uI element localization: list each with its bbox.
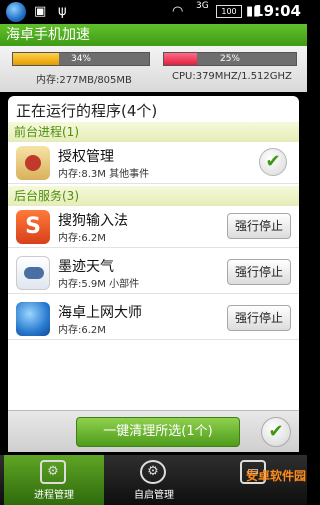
cpu-bar: 25% <box>163 52 297 66</box>
gear-icon: ⚙ <box>140 460 166 484</box>
running-apps-card: 正在运行的程序(4个) 前台进程(1) 授权管理 内存:8.3M 其他事件 ✔ … <box>8 96 299 452</box>
tab-autostart-manager[interactable]: ⚙ 自启管理 <box>104 455 204 505</box>
bottom-tab-bar: ⚙ 进程管理 ⚙ 自启管理 ▭ 安卓软件园 <box>0 455 307 505</box>
sogou-icon: S <box>16 210 50 244</box>
force-stop-button[interactable]: 强行停止 <box>227 259 291 285</box>
watermark: 安卓软件园 <box>245 469 306 483</box>
stats-panel: 34% 内存:277MB/805MB 25% CPU:379MHZ/1.512G… <box>0 46 307 92</box>
cpu-percent: 25% <box>219 54 240 64</box>
cpu-text: CPU:379MHZ/1.512GHZ <box>172 71 292 82</box>
tab-label: 自启管理 <box>134 490 174 501</box>
running-apps-title: 正在运行的程序(4个) <box>16 102 158 120</box>
moji-weather-icon <box>16 256 50 290</box>
tab-process-manager[interactable]: ⚙ 进程管理 <box>4 455 104 505</box>
app-title: 海卓手机加速 <box>0 24 307 46</box>
haizhuo-browser-icon <box>16 302 50 336</box>
app-name: 海卓上网大师 <box>58 305 142 321</box>
memory-text: 内存:277MB/805MB <box>36 75 132 86</box>
memory-percent: 34% <box>70 54 91 64</box>
app-name: 搜狗输入法 <box>58 213 128 229</box>
app-name: 授权管理 <box>58 149 114 165</box>
clean-selected-button[interactable]: 一键清理所选(1个) <box>76 417 240 447</box>
network-3g-icon: 3G <box>196 1 209 11</box>
list-item[interactable]: 授权管理 内存:8.3M 其他事件 ✔ <box>8 142 299 184</box>
app-info: 内存:5.9M 小部件 <box>58 279 140 290</box>
app-name: 墨迹天气 <box>58 259 114 275</box>
android-icon: ▣ <box>34 4 47 19</box>
list-item[interactable]: 墨迹天气 内存:5.9M 小部件 强行停止 <box>8 252 299 294</box>
auth-icon <box>16 146 50 180</box>
app-info: 内存:8.3M 其他事件 <box>58 169 150 180</box>
wifi-icon: ◠ <box>172 4 184 19</box>
force-stop-button[interactable]: 强行停止 <box>227 213 291 239</box>
app-info: 内存:6.2M <box>58 233 106 244</box>
list-item[interactable]: S 搜狗输入法 内存:6.2M 强行停止 <box>8 206 299 248</box>
checkmark-icon[interactable]: ✔ <box>259 148 287 176</box>
background-header: 后台服务(3) <box>8 186 299 206</box>
tab-label: 进程管理 <box>34 490 74 501</box>
list-item[interactable]: 海卓上网大师 内存:6.2M 强行停止 <box>8 298 299 340</box>
memory-bar: 34% <box>12 52 150 66</box>
action-bar: 一键清理所选(1个) ✔ <box>8 410 299 452</box>
app-info: 内存:6.2M <box>58 325 106 336</box>
force-stop-button[interactable]: 强行停止 <box>227 305 291 331</box>
clock: 19:04 <box>253 2 301 20</box>
foreground-header: 前台进程(1) <box>8 122 299 142</box>
globe-icon <box>6 2 26 22</box>
battery-icon: 100 <box>216 5 242 18</box>
process-icon: ⚙ <box>40 460 66 484</box>
select-all-checkmark-icon[interactable]: ✔ <box>261 417 291 447</box>
usb-icon: ψ <box>58 4 67 19</box>
status-bar: ▣ ψ ◠ 3G 100 ▮▮ 19:04 <box>0 0 307 24</box>
